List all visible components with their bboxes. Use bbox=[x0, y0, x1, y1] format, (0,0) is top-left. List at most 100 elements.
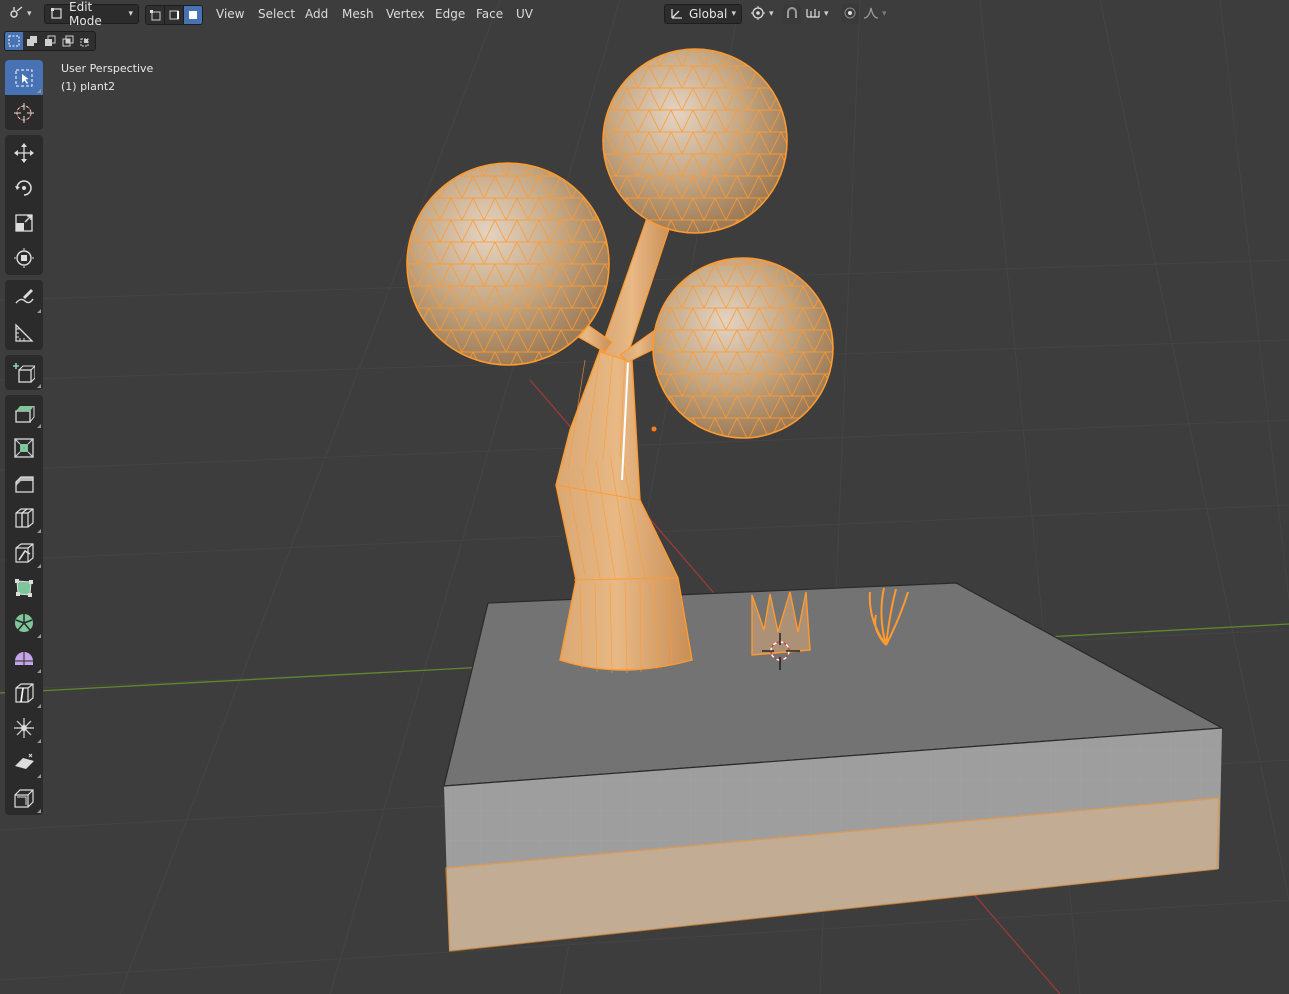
inset-faces-icon bbox=[14, 437, 34, 458]
shrink-fatten-tool[interactable] bbox=[5, 710, 43, 745]
view-perspective-label: User Perspective bbox=[61, 62, 154, 75]
add-cube-icon bbox=[13, 362, 35, 383]
edge-slide-tool[interactable] bbox=[5, 675, 43, 710]
select-invert-button[interactable] bbox=[59, 32, 77, 50]
select-intersect-icon bbox=[80, 38, 89, 47]
orientation-label: Global bbox=[689, 7, 728, 21]
snap-target-button[interactable]: ▾ bbox=[803, 4, 835, 24]
transform-orientation-dropdown[interactable]: Global ▾ bbox=[664, 4, 742, 24]
inset-faces-tool[interactable] bbox=[5, 430, 43, 465]
tool-shelf bbox=[5, 60, 43, 820]
face-select-mode-button[interactable] bbox=[184, 6, 202, 24]
edit-mode-icon bbox=[50, 6, 64, 23]
tool-variants-indicator bbox=[37, 774, 41, 778]
3d-viewport[interactable] bbox=[0, 0, 1289, 994]
rip-region-tool[interactable] bbox=[5, 780, 43, 815]
measure-tool[interactable] bbox=[5, 315, 43, 350]
measure-ruler-icon bbox=[15, 322, 34, 342]
menu-mesh[interactable]: Mesh bbox=[338, 5, 378, 23]
vertex-select-icon bbox=[150, 10, 161, 21]
proportional-editing-button[interactable] bbox=[841, 4, 859, 24]
shear-icon bbox=[15, 753, 34, 769]
tool-group-annotate bbox=[5, 280, 43, 350]
snap-toggle-button[interactable] bbox=[783, 4, 801, 24]
sphere-left bbox=[406, 162, 610, 366]
proportional-falloff-button[interactable]: ▾ bbox=[861, 4, 891, 24]
transform-icon bbox=[14, 247, 34, 268]
tool-variants-indicator bbox=[37, 809, 41, 813]
edge-select-mode-button[interactable] bbox=[165, 6, 184, 24]
menu-view[interactable]: View bbox=[212, 5, 248, 23]
extrude-region-tool[interactable] bbox=[5, 395, 43, 430]
cursor-tool[interactable] bbox=[5, 95, 43, 130]
smooth-tool[interactable] bbox=[5, 640, 43, 675]
falloff-curve-icon bbox=[863, 6, 879, 23]
loop-cut-icon bbox=[15, 507, 34, 528]
loop-cut-tool[interactable] bbox=[5, 500, 43, 535]
tool-variants-indicator bbox=[37, 739, 41, 743]
select-new-icon bbox=[8, 35, 20, 47]
smooth-icon bbox=[15, 651, 33, 665]
menu-uv[interactable]: UV bbox=[512, 5, 537, 23]
tool-variants-indicator bbox=[37, 309, 41, 313]
object-origin bbox=[651, 426, 657, 432]
select-box-tool[interactable] bbox=[5, 60, 43, 95]
tool-variants-indicator bbox=[37, 384, 41, 388]
scale-tool[interactable] bbox=[5, 205, 43, 240]
menu-select[interactable]: Select bbox=[254, 5, 299, 23]
viewport-header: ▾ Edit Mode ▾ View Select Add Mesh Verte… bbox=[0, 0, 1289, 28]
poly-build-icon bbox=[15, 578, 33, 597]
chevron-down-icon: ▾ bbox=[731, 9, 736, 19]
rotate-tool[interactable] bbox=[5, 170, 43, 205]
select-subtract-button[interactable] bbox=[41, 32, 59, 50]
cursor-icon bbox=[14, 102, 34, 123]
vertex-select-mode-button[interactable] bbox=[146, 6, 165, 24]
chevron-down-icon: ▾ bbox=[824, 9, 829, 19]
select-intersect-button[interactable] bbox=[77, 32, 95, 50]
pivot-point-button[interactable]: ▾ bbox=[748, 4, 778, 24]
select-box-icon bbox=[15, 69, 33, 86]
spin-tool[interactable] bbox=[5, 605, 43, 640]
active-object-label: (1) plant2 bbox=[61, 80, 116, 93]
shear-tool[interactable] bbox=[5, 745, 43, 780]
add-cube-tool[interactable] bbox=[5, 355, 43, 390]
select-invert-icon bbox=[62, 35, 74, 47]
bevel-tool[interactable] bbox=[5, 465, 43, 500]
magnet-icon bbox=[785, 6, 799, 23]
tool-group-mesh-edit bbox=[5, 395, 43, 815]
knife-icon bbox=[15, 542, 34, 563]
knife-tool[interactable] bbox=[5, 535, 43, 570]
tool-variants-indicator bbox=[37, 634, 41, 638]
select-extend-button[interactable] bbox=[23, 32, 41, 50]
menu-face[interactable]: Face bbox=[472, 5, 507, 23]
tool-variants-indicator bbox=[37, 704, 41, 708]
sphere-top bbox=[602, 48, 788, 234]
chevron-down-icon: ▾ bbox=[882, 9, 887, 19]
face-select-icon bbox=[189, 11, 197, 19]
scale-icon bbox=[15, 213, 33, 232]
tool-variants-indicator bbox=[37, 89, 41, 93]
tool-group-select bbox=[5, 60, 43, 130]
tool-variants-indicator bbox=[37, 669, 41, 673]
extrude-icon bbox=[15, 405, 35, 423]
selection-mode-row bbox=[4, 31, 96, 51]
tool-variants-indicator bbox=[37, 424, 41, 428]
poly-build-tool[interactable] bbox=[5, 570, 43, 605]
select-new-button[interactable] bbox=[5, 32, 23, 50]
chevron-down-icon: ▾ bbox=[769, 9, 774, 19]
mode-label: Edit Mode bbox=[69, 0, 102, 28]
menu-vertex[interactable]: Vertex bbox=[382, 5, 429, 23]
shrink-fatten-icon bbox=[14, 717, 34, 738]
move-icon bbox=[14, 142, 34, 163]
editor-type-button[interactable]: ▾ bbox=[5, 4, 37, 24]
tool-group-transform bbox=[5, 135, 43, 275]
menu-edge[interactable]: Edge bbox=[431, 5, 469, 23]
select-subtract-icon bbox=[45, 35, 56, 46]
menu-add[interactable]: Add bbox=[301, 5, 332, 23]
move-tool[interactable] bbox=[5, 135, 43, 170]
transform-tool[interactable] bbox=[5, 240, 43, 275]
pivot-point-icon bbox=[750, 5, 766, 24]
annotate-tool[interactable] bbox=[5, 280, 43, 315]
mode-dropdown[interactable]: Edit Mode ▾ bbox=[44, 0, 139, 28]
editor-type-icon bbox=[8, 5, 24, 23]
